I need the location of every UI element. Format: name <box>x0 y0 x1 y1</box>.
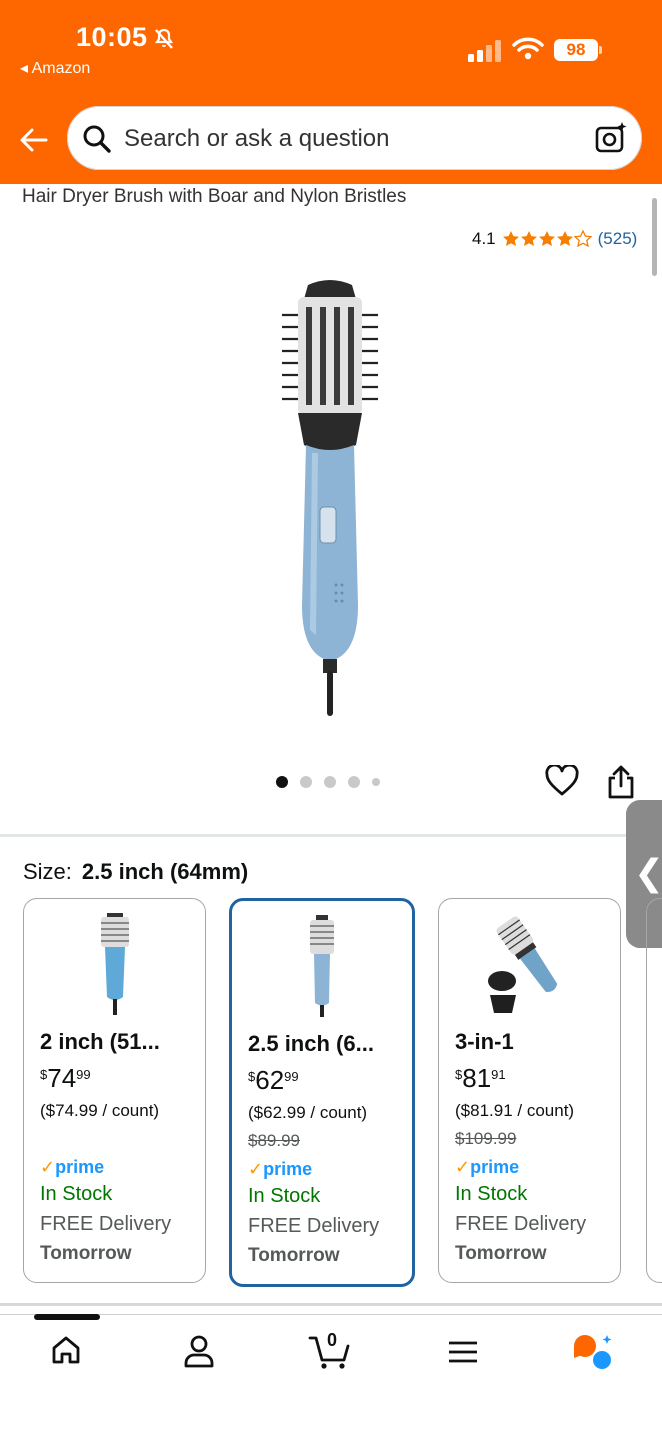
option-thumbnail <box>439 909 620 1024</box>
section-divider <box>0 834 662 837</box>
prime-badge: ✓prime <box>248 1159 312 1180</box>
size-option-card[interactable]: 2 inch (51... $7499 ($74.99 / count) ✓pr… <box>23 898 206 1283</box>
size-option-card[interactable]: 3-in-1 $8191 ($81.91 / count) $109.99 ✓p… <box>438 898 621 1283</box>
rating-value: 4.1 <box>472 229 496 248</box>
prime-label: prime <box>55 1157 105 1177</box>
size-option-card-selected[interactable]: 2.5 inch (6... $6299 ($62.99 / count) $8… <box>229 898 415 1287</box>
delivery-text: FREE Delivery <box>248 1215 380 1237</box>
list-price: $109.99 <box>455 1129 517 1148</box>
price-cents: 91 <box>491 1067 506 1082</box>
size-selector-label: Size: 2.5 inch (64mm) <box>23 859 248 885</box>
option-price: $7499 <box>40 1063 91 1094</box>
price-symbol: $ <box>455 1067 463 1082</box>
star-rating-icon <box>502 230 592 248</box>
option-thumbnail <box>24 909 205 1024</box>
back-arrow-icon[interactable] <box>18 124 50 156</box>
bottom-separator <box>0 1303 662 1306</box>
wifi-icon <box>512 37 544 60</box>
price-cents: 99 <box>284 1069 299 1084</box>
size-option-card-partial[interactable] <box>646 898 662 1283</box>
product-page: 10:05 ◂ Amazon 98 Hair Dryer Brush with … <box>0 0 662 1440</box>
price-whole: 81 <box>462 1063 492 1093</box>
share-icon[interactable] <box>606 764 636 800</box>
unit-price: ($74.99 / count) <box>40 1101 160 1120</box>
search-input[interactable] <box>124 124 564 154</box>
cellular-signal-icon <box>468 40 501 62</box>
option-price: $8191 <box>455 1063 506 1094</box>
size-label-text: Size: <box>23 859 72 884</box>
stock-status: In Stock <box>40 1183 113 1205</box>
prime-check-icon: ✓ <box>248 1159 264 1179</box>
unit-price: ($81.91 / count) <box>455 1101 575 1120</box>
prime-check-icon: ✓ <box>40 1157 56 1177</box>
status-time: 10:05 <box>76 22 148 52</box>
delivery-day: Tomorrow <box>248 1245 340 1266</box>
heart-icon[interactable] <box>545 765 579 797</box>
option-name: 2.5 inch (6... <box>248 1031 374 1056</box>
price-cents: 99 <box>76 1067 91 1082</box>
carousel-dot[interactable] <box>300 776 312 788</box>
option-name: 3-in-1 <box>455 1029 514 1054</box>
delivery-day: Tomorrow <box>40 1243 132 1264</box>
bell-muted-icon <box>154 28 174 49</box>
delivery-text: FREE Delivery <box>455 1213 587 1235</box>
price-symbol: $ <box>248 1069 256 1084</box>
price-symbol: $ <box>40 1067 48 1082</box>
delivery-day: Tomorrow <box>455 1243 547 1264</box>
chevron-left-icon: ❮ <box>634 852 662 893</box>
product-image[interactable] <box>270 275 390 720</box>
prime-check-icon: ✓ <box>455 1157 471 1177</box>
menu-icon[interactable] <box>448 1340 478 1364</box>
carousel-dot[interactable] <box>276 776 288 788</box>
home-icon[interactable] <box>50 1334 82 1366</box>
delivery-text: FREE Delivery <box>40 1213 172 1235</box>
price-whole: 62 <box>255 1065 285 1095</box>
search-icon <box>83 125 111 153</box>
account-icon[interactable] <box>183 1334 215 1368</box>
prime-badge: ✓prime <box>455 1157 519 1178</box>
image-carousel-dots[interactable] <box>276 776 380 788</box>
list-price: $89.99 <box>248 1131 300 1150</box>
battery-tip <box>599 46 602 54</box>
carousel-dot[interactable] <box>372 778 380 786</box>
battery-indicator: 98 <box>554 39 598 61</box>
price-whole: 74 <box>47 1063 77 1093</box>
carousel-dot[interactable] <box>324 776 336 788</box>
option-price: $6299 <box>248 1065 299 1096</box>
option-name: 2 inch (51... <box>40 1029 160 1054</box>
rufus-assistant-icon[interactable] <box>572 1334 614 1370</box>
selected-size: 2.5 inch (64mm) <box>81 859 249 884</box>
back-to-app-link[interactable]: ◂ Amazon <box>20 58 90 78</box>
option-thumbnail <box>232 911 412 1026</box>
active-tab-indicator <box>34 1314 100 1320</box>
cart-count-badge: 0 <box>327 1330 338 1350</box>
prime-label: prime <box>470 1157 520 1177</box>
rating-count-link[interactable]: (525) <box>598 229 638 249</box>
prime-badge: ✓prime <box>40 1157 104 1178</box>
product-rating[interactable]: 4.1 (525) <box>472 229 637 249</box>
product-title: Hair Dryer Brush with Boar and Nylon Bri… <box>22 186 407 207</box>
scrollbar[interactable] <box>652 198 657 276</box>
stock-status: In Stock <box>455 1183 528 1205</box>
prime-label: prime <box>263 1159 313 1179</box>
stock-status: In Stock <box>248 1185 321 1207</box>
camera-lens-icon[interactable] <box>594 121 628 155</box>
unit-price: ($62.99 / count) <box>248 1103 368 1122</box>
carousel-dot[interactable] <box>348 776 360 788</box>
